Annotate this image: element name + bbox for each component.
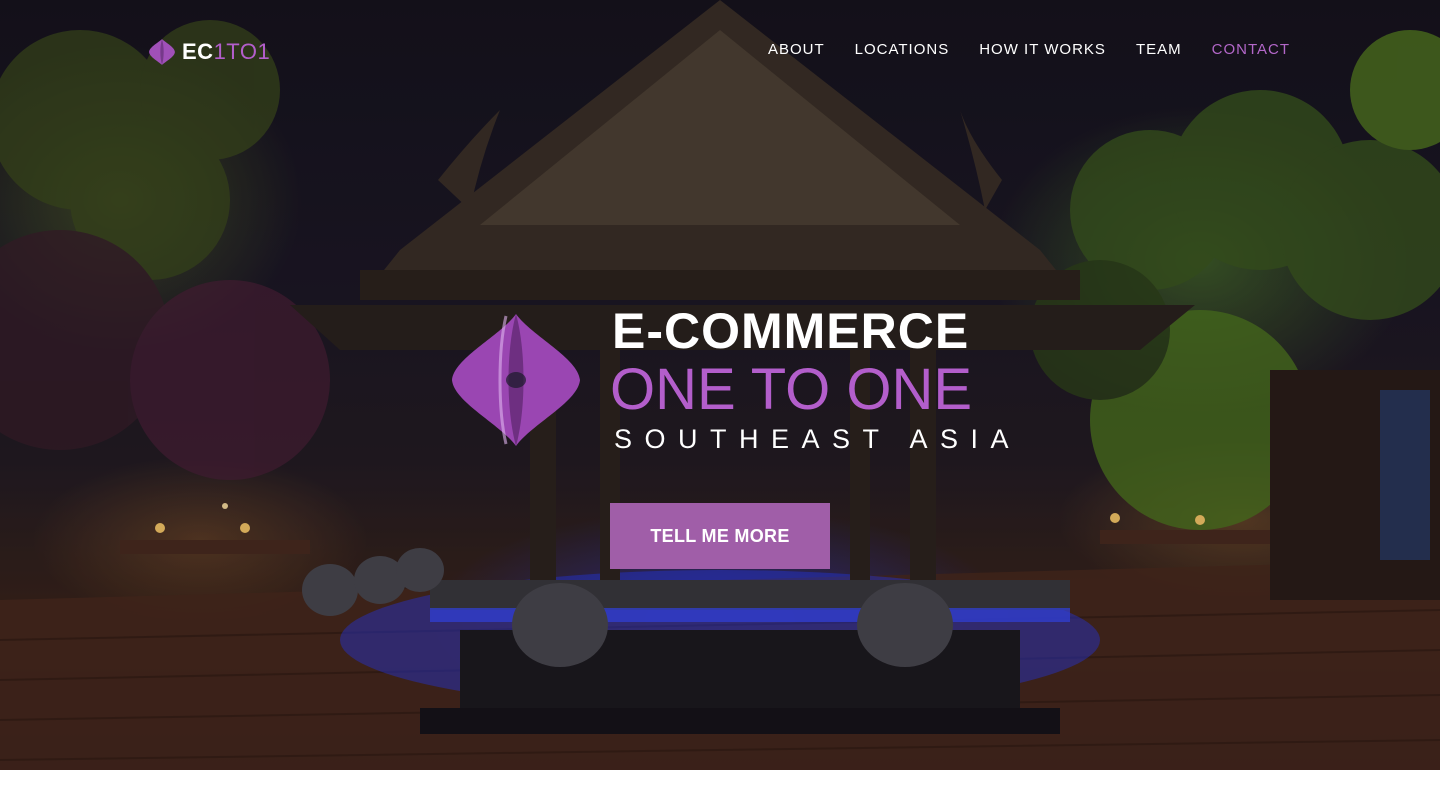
nav-item-contact: CONTACT xyxy=(1212,40,1290,60)
nav-item-team: TEAM xyxy=(1136,40,1182,60)
brand-mark-icon xyxy=(149,39,175,65)
nav-link-locations[interactable]: LOCATIONS xyxy=(855,41,950,58)
hero-title: E-COMMERCE xyxy=(612,303,970,359)
hero-region: SOUTHEAST ASIA xyxy=(614,424,1022,454)
nav-item-how-it-works: HOW IT WORKS xyxy=(979,40,1106,60)
below-hero-section xyxy=(0,770,1440,810)
hero-subtitle: ONE TO ONE xyxy=(610,357,973,422)
brand-logo-link[interactable]: EC1TO1 xyxy=(148,38,270,66)
nav-link-team[interactable]: TEAM xyxy=(1136,41,1182,58)
hero-logo-mark-icon xyxy=(452,314,580,446)
hero-logo-block: E-COMMERCE ONE TO ONE SOUTHEAST ASIA xyxy=(446,303,1009,456)
brand-wordmark-bold: EC xyxy=(182,39,214,64)
tell-me-more-button[interactable]: TELL ME MORE xyxy=(610,503,830,569)
nav-link-about[interactable]: ABOUT xyxy=(768,41,825,58)
hero-section: EC1TO1 ABOUT LOCATIONS HOW IT WORKS TEAM… xyxy=(0,0,1440,770)
brand-wordmark: EC1TO1 xyxy=(182,38,270,66)
top-navigation: EC1TO1 ABOUT LOCATIONS HOW IT WORKS TEAM… xyxy=(0,0,1440,100)
nav-link-how-it-works[interactable]: HOW IT WORKS xyxy=(979,41,1106,58)
nav-menu: ABOUT LOCATIONS HOW IT WORKS TEAM CONTAC… xyxy=(768,40,1290,60)
nav-item-locations: LOCATIONS xyxy=(855,40,950,60)
brand-wordmark-light: 1TO1 xyxy=(213,39,271,64)
nav-link-contact[interactable]: CONTACT xyxy=(1212,41,1290,58)
nav-item-about: ABOUT xyxy=(768,40,825,60)
